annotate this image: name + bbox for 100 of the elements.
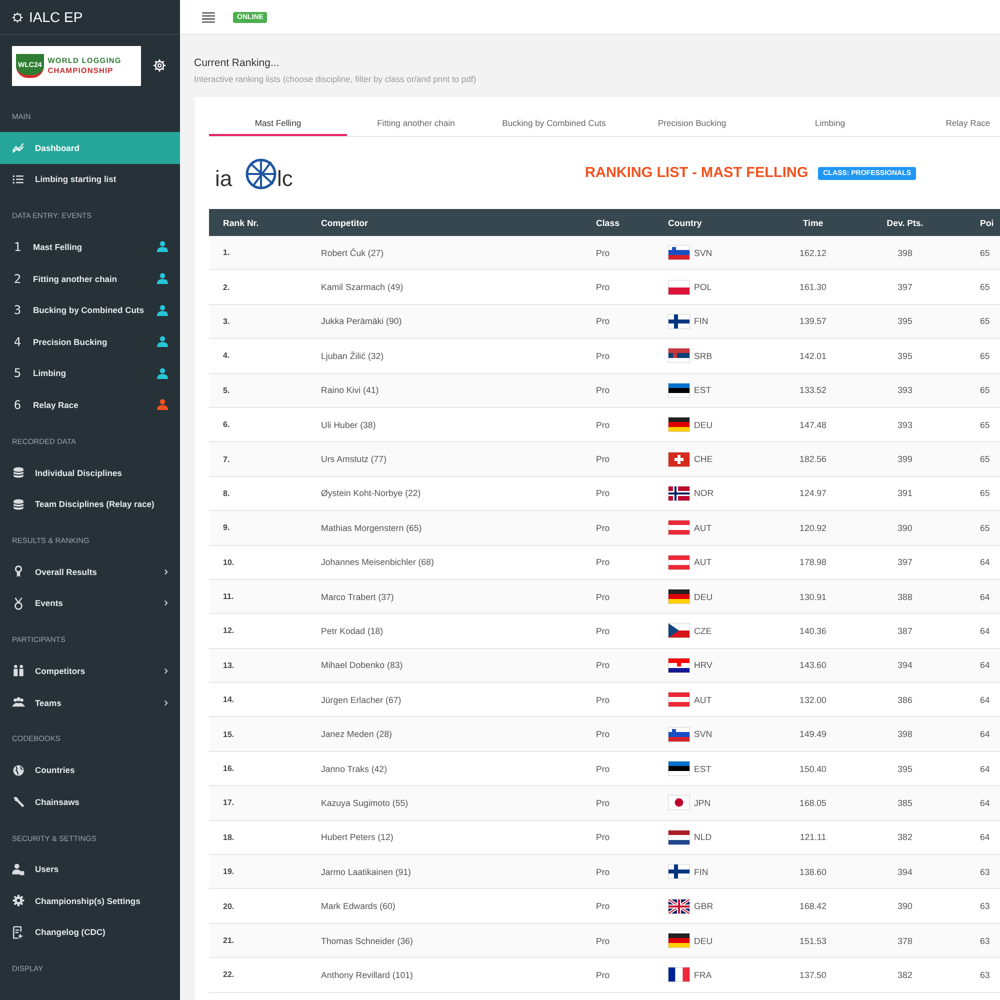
table-cell-text: 64 <box>979 626 991 636</box>
table-cell-text: Robert Čuk (27) <box>320 248 385 258</box>
table-cell: DEU <box>694 420 713 430</box>
table-cell-text: 64 <box>979 729 991 740</box>
flag-icon <box>668 864 690 880</box>
sidebar-item[interactable]: Team Disciplines (Relay race) <box>0 488 180 520</box>
table-cell-text: 13. <box>222 660 236 670</box>
menu-icon[interactable] <box>202 12 215 22</box>
flag-icon <box>668 382 690 398</box>
people-icon <box>12 664 25 678</box>
sidebar-item[interactable]: Championship(s) Settings <box>0 885 180 917</box>
table-cell: SVN <box>694 248 712 258</box>
settings-icon[interactable] <box>153 59 166 72</box>
table-cell-text: 133.52 <box>798 385 828 396</box>
table-cell: AUT <box>694 522 712 533</box>
table-cell-text: Jukka Perämäki (90) <box>320 316 403 326</box>
table-cell: AUT <box>694 694 712 705</box>
table-cell-text: 64 <box>979 557 991 568</box>
sidebar-item[interactable]: Limbing starting list <box>0 164 180 196</box>
table-cell-text: Hubert Peters (12) <box>320 832 394 842</box>
table-cell-text: Pro <box>595 694 611 705</box>
table-cell-text: Pro <box>595 866 611 877</box>
flag-icon <box>668 830 690 845</box>
table-cell-text: 65 <box>979 282 991 292</box>
discipline-tab[interactable]: Fitting another chain <box>347 108 485 136</box>
table-cell-text: 390 <box>896 901 914 912</box>
table-cell-text: Kazuya Sugimoto (55) <box>320 798 410 808</box>
table-cell-text: 150.40 <box>798 764 828 774</box>
flag-icon <box>668 486 690 501</box>
table-cell-text: 395 <box>896 350 914 361</box>
discipline-tab[interactable]: Bucking by Combined Cuts <box>485 108 623 136</box>
list-icon <box>12 172 25 186</box>
table-cell-text: 124.97 <box>798 488 828 498</box>
sidebar-item[interactable]: Changelog (CDC) <box>0 916 180 948</box>
table-cell-text: 168.42 <box>798 901 828 912</box>
flag-icon <box>668 967 690 982</box>
gear-icon <box>12 894 25 908</box>
sidebar-item[interactable]: 1 Mast Felling <box>0 231 180 263</box>
table-cell-text: 390 <box>896 522 914 533</box>
table-cell-text: 6. <box>222 420 231 430</box>
ranking-title: RANKING LIST - MAST FELLING <box>585 165 808 181</box>
table-cell-text: Johannes Meisenbichler (68) <box>320 557 435 568</box>
table-cell-text: 140.36 <box>798 626 828 636</box>
table-cell-text: 391 <box>896 488 914 498</box>
table-cell-text: Pro <box>595 592 611 602</box>
sidebar-item[interactable]: Teams <box>0 686 180 718</box>
sidebar-item[interactable]: Countries <box>0 754 180 786</box>
discipline-tab[interactable]: Mast Felling <box>209 108 347 136</box>
table-cell: AUT <box>694 557 712 568</box>
sidebar-item[interactable]: 5 Limbing <box>0 358 180 390</box>
table-cell-text: 120.92 <box>798 522 828 533</box>
table-cell-text: 64 <box>979 798 991 808</box>
database-icon <box>12 466 25 480</box>
table-cell-text: 399 <box>896 454 914 464</box>
table-cell: JPN <box>694 798 711 808</box>
discipline-tab[interactable]: Relay Race <box>899 108 1000 136</box>
table-cell-text: 10. <box>222 558 236 567</box>
sidebar-item[interactable]: 4 Precision Bucking <box>0 326 180 358</box>
table-cell-text: 3. <box>222 316 231 326</box>
table-cell-text: 11. <box>222 592 235 602</box>
table-cell: EST <box>694 385 712 396</box>
table-cell: NOR <box>694 488 714 498</box>
award-icon <box>12 565 25 578</box>
table-cell-text: 20. <box>222 902 236 911</box>
sidebar-item[interactable]: Competitors <box>0 655 180 687</box>
table-cell-text: 142.01 <box>798 350 828 361</box>
sidebar-item[interactable]: Users <box>0 854 180 886</box>
table-cell-text: 19. <box>222 867 236 876</box>
sidebar-item[interactable]: 3 Bucking by Combined Cuts <box>0 294 180 326</box>
table-cell-text: Pro <box>595 522 611 533</box>
table-cell: FIN <box>694 866 708 877</box>
table-cell-text: 4. <box>222 351 231 360</box>
sidebar-item[interactable]: Individual Disciplines <box>0 456 180 488</box>
sidebar-item[interactable]: 6 Relay Race <box>0 389 180 421</box>
column-header: Class <box>595 218 620 228</box>
discipline-tab[interactable]: Limbing <box>761 108 899 136</box>
table-cell-text: 138.60 <box>798 866 828 877</box>
table-cell-text: 151.53 <box>798 936 828 946</box>
table-cell-text: 64 <box>979 694 991 705</box>
table-cell-text: 378 <box>896 936 914 946</box>
organization-logo: ia lc <box>215 152 315 194</box>
column-header: Rank Nr. <box>222 218 260 228</box>
sidebar-item[interactable]: Events <box>0 588 180 620</box>
discipline-tab[interactable]: Precision Bucking <box>623 108 761 136</box>
flag-icon <box>668 589 690 604</box>
table-cell-text: Kamil Szarmach (49) <box>320 282 404 292</box>
table-cell-text: 8. <box>222 488 231 498</box>
table-cell-text: 15. <box>222 730 236 739</box>
table-cell-text: 65 <box>979 522 991 533</box>
table-cell-text: 22. <box>222 970 236 980</box>
table-cell-text: 63 <box>979 901 991 912</box>
table-cell-text: 161.30 <box>798 282 828 292</box>
sidebar-item[interactable]: Chainsaws <box>0 786 180 818</box>
sidebar-item[interactable]: 2 Fitting another chain <box>0 262 180 294</box>
sidebar-item[interactable]: Overall Results <box>0 556 180 588</box>
table-cell: HRV <box>694 660 712 670</box>
column-header: Time <box>802 218 824 228</box>
table-cell-text: 2. <box>222 282 231 292</box>
table-cell: SRB <box>694 350 712 361</box>
table-cell-text: 65 <box>979 248 991 258</box>
